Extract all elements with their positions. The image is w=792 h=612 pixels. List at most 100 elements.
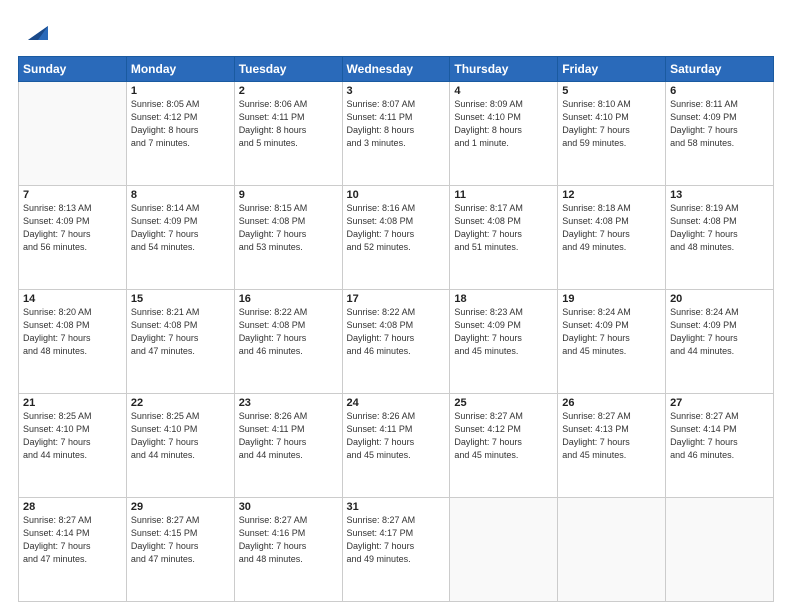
day-number: 11: [454, 189, 553, 201]
calendar-cell: 13Sunrise: 8:19 AM Sunset: 4:08 PM Dayli…: [666, 186, 774, 290]
day-number: 19: [562, 293, 661, 305]
day-info: Sunrise: 8:09 AM Sunset: 4:10 PM Dayligh…: [454, 98, 553, 150]
day-number: 29: [131, 501, 230, 513]
day-info: Sunrise: 8:10 AM Sunset: 4:10 PM Dayligh…: [562, 98, 661, 150]
day-info: Sunrise: 8:18 AM Sunset: 4:08 PM Dayligh…: [562, 202, 661, 254]
day-number: 7: [23, 189, 122, 201]
calendar-cell: 11Sunrise: 8:17 AM Sunset: 4:08 PM Dayli…: [450, 186, 558, 290]
calendar-cell: 3Sunrise: 8:07 AM Sunset: 4:11 PM Daylig…: [342, 82, 450, 186]
calendar-header-monday: Monday: [126, 57, 234, 82]
calendar-cell: [558, 498, 666, 602]
day-info: Sunrise: 8:27 AM Sunset: 4:12 PM Dayligh…: [454, 410, 553, 462]
calendar-cell: 14Sunrise: 8:20 AM Sunset: 4:08 PM Dayli…: [19, 290, 127, 394]
day-info: Sunrise: 8:25 AM Sunset: 4:10 PM Dayligh…: [131, 410, 230, 462]
day-number: 1: [131, 85, 230, 97]
calendar-cell: 19Sunrise: 8:24 AM Sunset: 4:09 PM Dayli…: [558, 290, 666, 394]
day-info: Sunrise: 8:26 AM Sunset: 4:11 PM Dayligh…: [347, 410, 446, 462]
calendar-week-row: 28Sunrise: 8:27 AM Sunset: 4:14 PM Dayli…: [19, 498, 774, 602]
calendar-cell: 18Sunrise: 8:23 AM Sunset: 4:09 PM Dayli…: [450, 290, 558, 394]
day-number: 16: [239, 293, 338, 305]
calendar-cell: 4Sunrise: 8:09 AM Sunset: 4:10 PM Daylig…: [450, 82, 558, 186]
calendar-cell: 17Sunrise: 8:22 AM Sunset: 4:08 PM Dayli…: [342, 290, 450, 394]
calendar-week-row: 21Sunrise: 8:25 AM Sunset: 4:10 PM Dayli…: [19, 394, 774, 498]
calendar-header-thursday: Thursday: [450, 57, 558, 82]
day-number: 10: [347, 189, 446, 201]
calendar-header-friday: Friday: [558, 57, 666, 82]
day-info: Sunrise: 8:27 AM Sunset: 4:14 PM Dayligh…: [23, 514, 122, 566]
day-info: Sunrise: 8:27 AM Sunset: 4:13 PM Dayligh…: [562, 410, 661, 462]
day-number: 22: [131, 397, 230, 409]
calendar-cell: 2Sunrise: 8:06 AM Sunset: 4:11 PM Daylig…: [234, 82, 342, 186]
day-number: 28: [23, 501, 122, 513]
day-info: Sunrise: 8:13 AM Sunset: 4:09 PM Dayligh…: [23, 202, 122, 254]
calendar-header-saturday: Saturday: [666, 57, 774, 82]
day-number: 3: [347, 85, 446, 97]
day-info: Sunrise: 8:22 AM Sunset: 4:08 PM Dayligh…: [239, 306, 338, 358]
day-info: Sunrise: 8:25 AM Sunset: 4:10 PM Dayligh…: [23, 410, 122, 462]
calendar-week-row: 1Sunrise: 8:05 AM Sunset: 4:12 PM Daylig…: [19, 82, 774, 186]
calendar-cell: [19, 82, 127, 186]
calendar-cell: 31Sunrise: 8:27 AM Sunset: 4:17 PM Dayli…: [342, 498, 450, 602]
day-info: Sunrise: 8:05 AM Sunset: 4:12 PM Dayligh…: [131, 98, 230, 150]
day-number: 25: [454, 397, 553, 409]
calendar-week-row: 7Sunrise: 8:13 AM Sunset: 4:09 PM Daylig…: [19, 186, 774, 290]
day-info: Sunrise: 8:26 AM Sunset: 4:11 PM Dayligh…: [239, 410, 338, 462]
calendar-table: SundayMondayTuesdayWednesdayThursdayFrid…: [18, 56, 774, 602]
day-info: Sunrise: 8:22 AM Sunset: 4:08 PM Dayligh…: [347, 306, 446, 358]
calendar-cell: 29Sunrise: 8:27 AM Sunset: 4:15 PM Dayli…: [126, 498, 234, 602]
day-info: Sunrise: 8:15 AM Sunset: 4:08 PM Dayligh…: [239, 202, 338, 254]
day-number: 8: [131, 189, 230, 201]
day-info: Sunrise: 8:20 AM Sunset: 4:08 PM Dayligh…: [23, 306, 122, 358]
calendar-cell: 7Sunrise: 8:13 AM Sunset: 4:09 PM Daylig…: [19, 186, 127, 290]
day-number: 2: [239, 85, 338, 97]
calendar-cell: 15Sunrise: 8:21 AM Sunset: 4:08 PM Dayli…: [126, 290, 234, 394]
day-info: Sunrise: 8:27 AM Sunset: 4:14 PM Dayligh…: [670, 410, 769, 462]
day-info: Sunrise: 8:11 AM Sunset: 4:09 PM Dayligh…: [670, 98, 769, 150]
day-number: 6: [670, 85, 769, 97]
day-number: 17: [347, 293, 446, 305]
calendar-cell: 8Sunrise: 8:14 AM Sunset: 4:09 PM Daylig…: [126, 186, 234, 290]
day-info: Sunrise: 8:27 AM Sunset: 4:16 PM Dayligh…: [239, 514, 338, 566]
calendar-cell: 23Sunrise: 8:26 AM Sunset: 4:11 PM Dayli…: [234, 394, 342, 498]
day-info: Sunrise: 8:19 AM Sunset: 4:08 PM Dayligh…: [670, 202, 769, 254]
header: [18, 18, 774, 46]
day-number: 18: [454, 293, 553, 305]
calendar-cell: 5Sunrise: 8:10 AM Sunset: 4:10 PM Daylig…: [558, 82, 666, 186]
day-info: Sunrise: 8:23 AM Sunset: 4:09 PM Dayligh…: [454, 306, 553, 358]
day-info: Sunrise: 8:27 AM Sunset: 4:15 PM Dayligh…: [131, 514, 230, 566]
day-number: 13: [670, 189, 769, 201]
calendar-cell: 25Sunrise: 8:27 AM Sunset: 4:12 PM Dayli…: [450, 394, 558, 498]
day-number: 14: [23, 293, 122, 305]
calendar-cell: 6Sunrise: 8:11 AM Sunset: 4:09 PM Daylig…: [666, 82, 774, 186]
page: SundayMondayTuesdayWednesdayThursdayFrid…: [0, 0, 792, 612]
day-info: Sunrise: 8:06 AM Sunset: 4:11 PM Dayligh…: [239, 98, 338, 150]
day-number: 26: [562, 397, 661, 409]
day-number: 24: [347, 397, 446, 409]
calendar-cell: 26Sunrise: 8:27 AM Sunset: 4:13 PM Dayli…: [558, 394, 666, 498]
calendar-header-tuesday: Tuesday: [234, 57, 342, 82]
day-number: 30: [239, 501, 338, 513]
calendar-cell: 20Sunrise: 8:24 AM Sunset: 4:09 PM Dayli…: [666, 290, 774, 394]
day-number: 27: [670, 397, 769, 409]
calendar-cell: 24Sunrise: 8:26 AM Sunset: 4:11 PM Dayli…: [342, 394, 450, 498]
calendar-cell: 1Sunrise: 8:05 AM Sunset: 4:12 PM Daylig…: [126, 82, 234, 186]
day-number: 15: [131, 293, 230, 305]
day-info: Sunrise: 8:24 AM Sunset: 4:09 PM Dayligh…: [670, 306, 769, 358]
calendar-cell: 12Sunrise: 8:18 AM Sunset: 4:08 PM Dayli…: [558, 186, 666, 290]
day-number: 20: [670, 293, 769, 305]
calendar-cell: 10Sunrise: 8:16 AM Sunset: 4:08 PM Dayli…: [342, 186, 450, 290]
day-number: 4: [454, 85, 553, 97]
day-number: 21: [23, 397, 122, 409]
day-info: Sunrise: 8:16 AM Sunset: 4:08 PM Dayligh…: [347, 202, 446, 254]
day-info: Sunrise: 8:27 AM Sunset: 4:17 PM Dayligh…: [347, 514, 446, 566]
calendar-cell: [450, 498, 558, 602]
logo: [18, 18, 48, 46]
calendar-header-wednesday: Wednesday: [342, 57, 450, 82]
day-number: 9: [239, 189, 338, 201]
day-info: Sunrise: 8:24 AM Sunset: 4:09 PM Dayligh…: [562, 306, 661, 358]
day-number: 12: [562, 189, 661, 201]
calendar-cell: 22Sunrise: 8:25 AM Sunset: 4:10 PM Dayli…: [126, 394, 234, 498]
calendar-cell: [666, 498, 774, 602]
calendar-cell: 28Sunrise: 8:27 AM Sunset: 4:14 PM Dayli…: [19, 498, 127, 602]
calendar-week-row: 14Sunrise: 8:20 AM Sunset: 4:08 PM Dayli…: [19, 290, 774, 394]
